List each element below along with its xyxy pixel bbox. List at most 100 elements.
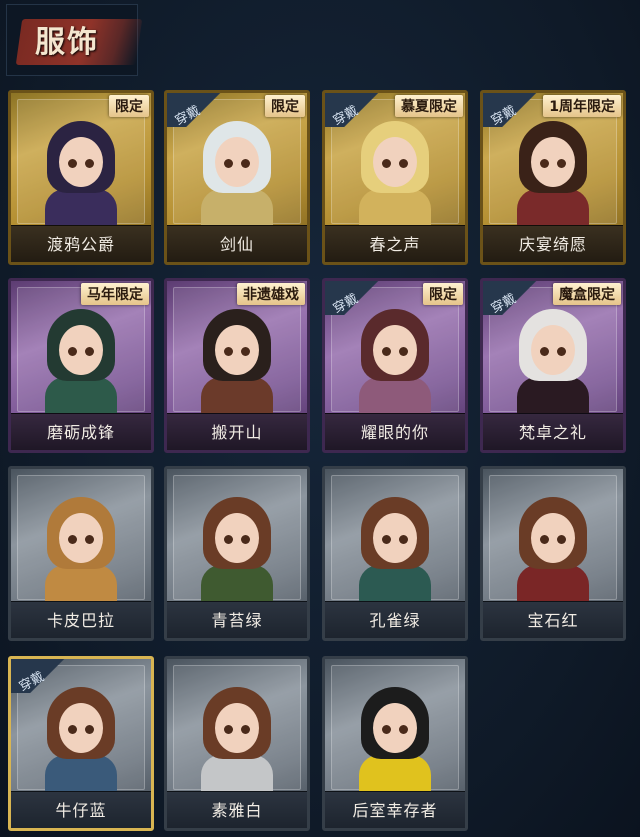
portrait-face	[373, 703, 417, 753]
costume-card[interactable]: 马年限定磨砺成锋	[8, 278, 154, 453]
character-portrait-icon	[353, 683, 437, 795]
costume-name: 卡皮巴拉	[46, 611, 115, 630]
portrait-eye	[68, 725, 77, 734]
character-portrait-icon	[39, 305, 123, 417]
portrait-body	[45, 755, 117, 795]
portrait-eye	[68, 535, 77, 544]
costume-card[interactable]: 穿戴 牛仔蓝	[8, 656, 154, 831]
portrait-eye	[399, 535, 408, 544]
portrait-body	[45, 189, 117, 229]
portrait-eye	[557, 347, 566, 356]
portrait-face	[373, 325, 417, 375]
costume-card[interactable]: 孔雀绿	[322, 466, 468, 641]
portrait-face	[373, 513, 417, 563]
character-portrait-icon	[195, 683, 279, 795]
portrait-eye	[540, 347, 549, 356]
portrait-face	[59, 325, 103, 375]
portrait-body	[45, 377, 117, 417]
worn-badge: 穿戴	[11, 659, 65, 695]
costume-card[interactable]: 穿戴 慕夏限定春之声	[322, 90, 468, 265]
costume-name: 剑仙	[219, 235, 254, 254]
limited-tag: 限定	[423, 283, 463, 305]
worn-badge: 穿戴	[325, 281, 379, 317]
character-portrait-icon	[511, 493, 595, 605]
portrait-eye	[540, 535, 549, 544]
worn-label: 穿戴	[330, 291, 361, 317]
portrait-eye	[241, 347, 250, 356]
portrait-face	[373, 137, 417, 187]
costume-name: 梵卓之礼	[518, 423, 587, 442]
portrait-eye	[68, 347, 77, 356]
portrait-face	[59, 703, 103, 753]
portrait-eye	[382, 159, 391, 168]
costume-name: 渡鸦公爵	[46, 235, 115, 254]
portrait-eye	[382, 347, 391, 356]
portrait-eye	[224, 535, 233, 544]
costume-card[interactable]: 素雅白	[164, 656, 310, 831]
portrait-face	[59, 513, 103, 563]
portrait-face	[215, 325, 259, 375]
portrait-face	[531, 325, 575, 375]
costume-name: 耀眼的你	[360, 423, 429, 442]
character-portrait-icon	[353, 305, 437, 417]
costume-card[interactable]: 后室幸存者	[322, 656, 468, 831]
portrait-eye	[382, 725, 391, 734]
portrait-face	[215, 137, 259, 187]
portrait-eye	[540, 159, 549, 168]
portrait-eye	[241, 159, 250, 168]
portrait-face	[531, 137, 575, 187]
costume-name: 春之声	[369, 235, 421, 254]
portrait-eye	[241, 725, 250, 734]
portrait-face	[59, 137, 103, 187]
portrait-face	[215, 703, 259, 753]
costume-card[interactable]: 限定渡鸦公爵	[8, 90, 154, 265]
limited-tag: 非遗雄戏	[237, 283, 305, 305]
costume-card[interactable]: 穿戴 限定剑仙	[164, 90, 310, 265]
worn-badge: 穿戴	[325, 93, 379, 129]
costume-name: 庆宴绮愿	[518, 235, 587, 254]
portrait-face	[531, 513, 575, 563]
costume-card[interactable]: 穿戴 1周年限定 庆宴绮愿	[480, 90, 626, 265]
limited-tag: 魔盒限定	[553, 283, 621, 305]
costume-card[interactable]: 宝石红	[480, 466, 626, 641]
portrait-body	[201, 377, 273, 417]
portrait-eye	[399, 159, 408, 168]
limited-tag: 慕夏限定	[395, 95, 463, 117]
costume-name: 磨砺成锋	[46, 423, 115, 442]
portrait-eye	[224, 347, 233, 356]
character-portrait-icon	[511, 305, 595, 417]
costume-name: 宝石红	[527, 611, 579, 630]
portrait-eye	[224, 159, 233, 168]
costume-card[interactable]: 卡皮巴拉	[8, 466, 154, 641]
costume-card[interactable]: 穿戴 魔盒限定 梵卓之礼	[480, 278, 626, 453]
portrait-eye	[85, 159, 94, 168]
portrait-body	[517, 377, 589, 417]
portrait-eye	[557, 535, 566, 544]
costume-page: 服饰 限定 渡鸦公爵 穿戴 限定 剑仙 穿戴 慕夏限定 春之声 穿戴 1周年限定 庆宴绮愿 马年限定磨…	[0, 0, 640, 837]
worn-label: 穿戴	[172, 103, 203, 129]
limited-tag: 马年限定	[81, 283, 149, 305]
costume-name: 素雅白	[211, 801, 263, 820]
costume-name: 搬开山	[211, 423, 263, 442]
section-title: 服饰	[35, 25, 99, 60]
portrait-body	[359, 755, 431, 795]
portrait-eye	[224, 725, 233, 734]
portrait-body	[359, 189, 431, 229]
portrait-eye	[382, 535, 391, 544]
character-portrait-icon	[39, 117, 123, 229]
portrait-eye	[85, 535, 94, 544]
costume-card[interactable]: 穿戴 限定耀眼的你	[322, 278, 468, 453]
character-portrait-icon	[195, 117, 279, 229]
portrait-body	[517, 565, 589, 605]
worn-badge: 穿戴	[483, 93, 537, 129]
limited-tag: 限定	[109, 95, 149, 117]
character-portrait-icon	[195, 493, 279, 605]
costume-card[interactable]: 青苔绿	[164, 466, 310, 641]
worn-badge: 穿戴	[167, 93, 221, 129]
worn-label: 穿戴	[488, 103, 519, 129]
worn-label: 穿戴	[330, 103, 361, 129]
character-portrait-icon	[39, 683, 123, 795]
limited-tag: 限定	[265, 95, 305, 117]
character-portrait-icon	[353, 117, 437, 229]
costume-card[interactable]: 非遗雄戏搬开山	[164, 278, 310, 453]
